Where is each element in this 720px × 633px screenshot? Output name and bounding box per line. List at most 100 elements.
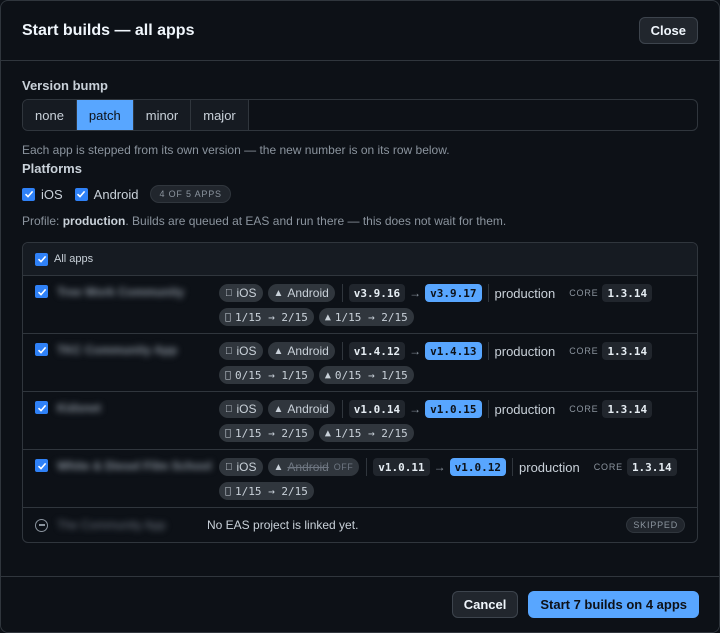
next-version: v1.0.15 bbox=[425, 400, 482, 418]
android-icon: ▲ bbox=[266, 345, 284, 357]
app-checkbox[interactable] bbox=[35, 459, 48, 472]
skip-message: No EAS project is linked yet. bbox=[207, 518, 359, 532]
start-builds-button[interactable]: Start 7 builds on 4 apps bbox=[528, 591, 699, 618]
android-pill: ▲ Android bbox=[266, 342, 335, 360]
all-apps-checkbox[interactable] bbox=[35, 252, 48, 266]
apple-icon:  bbox=[225, 486, 231, 497]
bump-option-minor[interactable]: minor bbox=[133, 100, 192, 130]
check-icon bbox=[37, 404, 46, 412]
check-icon bbox=[37, 288, 46, 296]
android-icon: ▲ bbox=[325, 428, 331, 439]
version-bump-label: Version bump bbox=[22, 78, 108, 93]
platforms-row: iOS Android 4 OF 5 APPS bbox=[22, 182, 698, 206]
profile-note: Profile: production. Builds are queued a… bbox=[22, 214, 698, 228]
profile-suffix: . Builds are queued at EAS and run there… bbox=[125, 214, 507, 228]
cancel-button[interactable]: Cancel bbox=[451, 591, 519, 618]
app-checkbox[interactable] bbox=[35, 343, 48, 356]
minus-circle-icon bbox=[35, 518, 48, 532]
app-name: Kidsnet bbox=[57, 401, 102, 415]
android-build-progress: ▲ 1/15 → 2/15 bbox=[318, 308, 414, 326]
app-checkbox[interactable] bbox=[35, 401, 48, 414]
android-build-progress: ▲ 1/15 → 2/15 bbox=[318, 424, 414, 442]
version-bump-selector: none patch minor major bbox=[22, 99, 698, 131]
version-bump-hint: Each app is stepped from its own version… bbox=[22, 143, 450, 157]
ios-pill: iOS bbox=[219, 342, 263, 360]
profile-prefix: Profile: bbox=[22, 214, 63, 228]
apple-icon:  bbox=[225, 312, 231, 323]
next-version: v1.4.13 bbox=[425, 342, 482, 360]
current-version: v3.9.16 bbox=[348, 284, 406, 302]
version-arrow: → bbox=[401, 402, 421, 416]
apple-icon:  bbox=[225, 462, 233, 473]
apps-table-header: All apps bbox=[23, 243, 697, 276]
apple-icon:  bbox=[225, 370, 231, 381]
core-version: 1.3.14 bbox=[626, 458, 677, 476]
ios-build-progress: 1/15 → 2/15 bbox=[219, 308, 314, 326]
app-row-skipped: The Community App No EAS project is link… bbox=[23, 508, 697, 542]
ios-build-progress: 1/15 → 2/15 bbox=[219, 482, 314, 500]
core-label: CORE bbox=[561, 288, 597, 298]
ios-build-progress: 0/15 → 1/15 bbox=[219, 366, 314, 384]
ios-checkbox[interactable] bbox=[22, 187, 35, 201]
row-profile: production bbox=[511, 459, 580, 475]
ios-checkbox-label: iOS bbox=[41, 186, 63, 202]
dialog-body: Version bump none patch minor major Each… bbox=[1, 61, 719, 543]
platforms-label: Platforms bbox=[22, 161, 82, 176]
core-label: CORE bbox=[561, 346, 597, 356]
app-row: White & Diesel Film School iOS ▲Android… bbox=[23, 450, 697, 508]
dialog-header: Start builds — all apps Close bbox=[1, 1, 719, 61]
ios-pill: iOS bbox=[219, 284, 263, 302]
app-checkbox[interactable] bbox=[35, 285, 48, 298]
apple-icon:  bbox=[225, 428, 231, 439]
apps-count-badge: 4 OF 5 APPS bbox=[150, 185, 231, 203]
app-row: Kidsnet iOS ▲Android v1.0.14 → v1.0.15 … bbox=[23, 392, 697, 450]
android-build-progress: ▲ 0/15 → 1/15 bbox=[318, 366, 414, 384]
row-profile: production bbox=[487, 401, 556, 417]
app-row: TKC Community App iOS ▲Android v1.4.12 … bbox=[23, 334, 697, 392]
android-pill: ▲ Android bbox=[266, 400, 335, 418]
bump-option-major[interactable]: major bbox=[191, 100, 249, 130]
check-icon bbox=[37, 255, 46, 263]
apple-icon:  bbox=[225, 404, 233, 415]
app-name: TKC Community App bbox=[57, 343, 178, 357]
start-builds-dialog: Start builds — all apps Close Version bu… bbox=[0, 0, 720, 633]
close-button[interactable]: Close bbox=[638, 17, 698, 44]
app-name: The Community App bbox=[57, 518, 166, 532]
version-arrow: → bbox=[401, 344, 421, 358]
android-checkbox[interactable] bbox=[74, 187, 88, 201]
app-row: Tree Work Community iOS ▲Android v3.9.1… bbox=[23, 276, 697, 334]
row-profile: production bbox=[487, 285, 556, 301]
app-name: Tree Work Community bbox=[57, 285, 185, 299]
skipped-badge: SKIPPED bbox=[626, 517, 685, 533]
dialog-footer: Cancel Start 7 builds on 4 apps bbox=[1, 576, 719, 632]
ios-pill: iOS bbox=[219, 458, 263, 476]
core-version: 1.3.14 bbox=[602, 284, 653, 302]
core-version: 1.3.14 bbox=[602, 400, 653, 418]
check-icon bbox=[24, 190, 33, 198]
core-label: CORE bbox=[586, 462, 622, 472]
apple-icon:  bbox=[225, 346, 233, 357]
apps-table: All apps Tree Work Community iOS ▲Andro… bbox=[22, 242, 698, 543]
android-pill-off: ▲ Android OFF bbox=[267, 458, 360, 476]
android-icon: ▲ bbox=[266, 287, 284, 299]
ios-pill: iOS bbox=[219, 400, 263, 418]
next-version: v3.9.17 bbox=[425, 284, 482, 302]
check-icon bbox=[37, 462, 46, 470]
core-label: CORE bbox=[561, 404, 597, 414]
version-arrow: → bbox=[401, 286, 421, 300]
profile-name: production bbox=[62, 214, 126, 228]
ios-build-progress: 1/15 → 2/15 bbox=[219, 424, 314, 442]
bump-option-patch[interactable]: patch bbox=[76, 100, 134, 130]
current-version: v1.0.11 bbox=[373, 458, 430, 476]
bump-option-none[interactable]: none bbox=[23, 100, 77, 130]
row-profile: production bbox=[487, 343, 556, 359]
check-icon bbox=[37, 346, 46, 354]
android-icon: ▲ bbox=[325, 312, 331, 323]
current-version: v1.4.12 bbox=[348, 342, 406, 360]
dialog-title: Start builds — all apps bbox=[22, 21, 195, 39]
core-version: 1.3.14 bbox=[602, 342, 653, 360]
android-icon: ▲ bbox=[266, 403, 284, 415]
next-version: v1.0.12 bbox=[449, 458, 507, 476]
android-icon: ▲ bbox=[325, 370, 331, 381]
app-name: White & Diesel Film School bbox=[57, 459, 212, 473]
